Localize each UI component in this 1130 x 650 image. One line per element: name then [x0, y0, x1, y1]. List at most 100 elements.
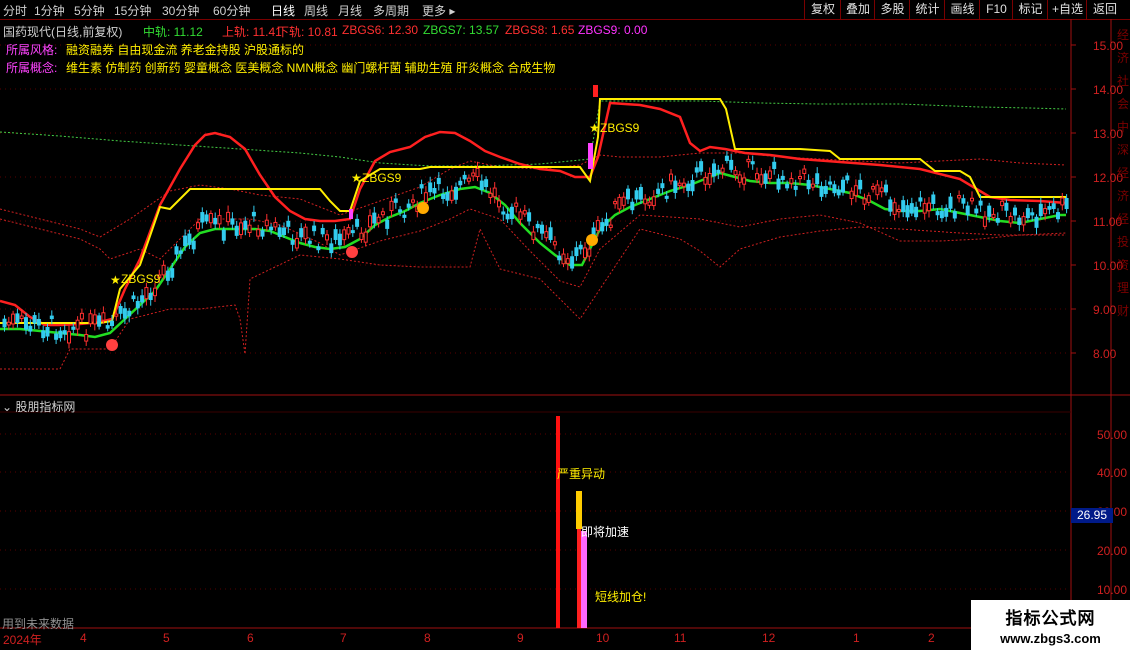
- candle-body: [656, 188, 661, 194]
- candle-body: [342, 229, 347, 241]
- multi-stock-button[interactable]: 多股: [874, 0, 910, 19]
- candle-body: [260, 230, 265, 237]
- f10-button[interactable]: F10: [979, 0, 1013, 19]
- period-tab-weekly[interactable]: 周线: [304, 2, 328, 19]
- candle-body: [230, 218, 235, 225]
- candle-body: [243, 220, 248, 230]
- period-tab-monthly[interactable]: 月线: [338, 2, 362, 19]
- signal-buy-icons: [106, 202, 598, 351]
- candle-body: [36, 318, 41, 326]
- candle-body: [884, 184, 888, 193]
- statistics-button[interactable]: 统计: [909, 0, 945, 19]
- candle-body: [488, 193, 493, 198]
- time-axis-label: 1: [853, 631, 860, 645]
- candle-body: [41, 330, 46, 339]
- candle-body: [647, 201, 652, 206]
- candle-body: [746, 158, 751, 163]
- candle-body: [716, 169, 721, 174]
- candle-body: [1043, 208, 1048, 215]
- candle-body: [423, 192, 428, 203]
- candle-body: [501, 211, 506, 215]
- overlay-button[interactable]: 叠加: [840, 0, 875, 19]
- draw-line-button[interactable]: 画线: [944, 0, 980, 19]
- candle-body: [914, 206, 919, 218]
- period-tab-more[interactable]: 更多 ▸: [422, 2, 455, 19]
- candle-body: [871, 186, 876, 190]
- period-tab-5min[interactable]: 5分钟: [74, 2, 105, 19]
- candle-body: [45, 326, 50, 337]
- candle-body: [509, 206, 514, 220]
- candle-body: [1030, 212, 1035, 216]
- kline-chart-canvas[interactable]: ★ ★ ★: [0, 19, 1130, 650]
- candle-body: [1038, 203, 1043, 217]
- candle-body: [71, 326, 76, 330]
- adjust-button[interactable]: 复权: [804, 0, 841, 19]
- candle-body: [694, 167, 699, 173]
- candle-body: [522, 210, 527, 215]
- candle-body: [699, 161, 704, 172]
- candle-body: [140, 295, 145, 303]
- time-axis-label: 2024年: [3, 633, 42, 647]
- candle-body: [626, 188, 630, 200]
- candle-body: [965, 205, 970, 216]
- candle-body: [1056, 212, 1060, 220]
- price-axis-label: 9.00: [1093, 303, 1117, 317]
- star-icon: ★: [110, 273, 121, 287]
- candle-body: [750, 161, 755, 165]
- candle-body: [484, 179, 489, 188]
- candle-body: [664, 195, 669, 199]
- candle-body: [755, 173, 759, 180]
- candle-body: [1060, 197, 1065, 206]
- zbgs9-marker-label: ZBGS9: [362, 171, 402, 185]
- collapse-icon[interactable]: ⌄: [2, 400, 12, 414]
- candle-body: [677, 182, 682, 186]
- candle-body: [380, 211, 385, 216]
- candle-body: [793, 185, 798, 190]
- time-axis-label: 5: [163, 631, 170, 645]
- candle-body: [742, 177, 747, 185]
- candle-body: [217, 215, 222, 225]
- candle-body: [368, 215, 372, 228]
- candle-body: [1021, 216, 1026, 226]
- candle-body: [763, 173, 768, 184]
- candle-body: [165, 270, 170, 281]
- candle-body: [492, 187, 497, 198]
- candle-body: [828, 181, 833, 185]
- candle-body: [454, 186, 458, 200]
- period-tab-30min[interactable]: 30分钟: [162, 2, 199, 19]
- candle-body: [514, 202, 519, 207]
- candle-body: [88, 313, 93, 325]
- period-tab-timeshare[interactable]: 分时: [3, 2, 27, 19]
- zbgs9-marker-label: ZBGS9: [121, 272, 161, 286]
- current-value-badge: 26.95: [1071, 508, 1113, 523]
- period-tab-60min[interactable]: 60分钟: [213, 2, 250, 19]
- indicator-lower: 下轨: 10.81: [277, 25, 338, 39]
- candle-body: [527, 212, 532, 222]
- candle-body: [995, 217, 1000, 223]
- candle-body: [918, 197, 923, 202]
- candle-body: [346, 227, 351, 235]
- period-tab-daily[interactable]: 日线: [271, 2, 295, 19]
- candle-body: [127, 310, 132, 317]
- candle-body: [170, 268, 175, 278]
- sub-panel-title[interactable]: ⌄ 股朋指标网: [2, 398, 75, 415]
- period-tab-15min[interactable]: 15分钟: [114, 2, 151, 19]
- candle-body: [183, 235, 188, 247]
- candle-body: [690, 180, 695, 192]
- period-tab-multi[interactable]: 多周期: [373, 2, 409, 19]
- add-watchlist-button[interactable]: +自选: [1047, 0, 1087, 19]
- period-tab-1min[interactable]: 1分钟: [34, 2, 65, 19]
- candle-body: [144, 287, 149, 300]
- candle-body: [557, 255, 562, 261]
- time-axis-label: 10: [596, 631, 610, 645]
- candle-body: [866, 195, 871, 203]
- back-button[interactable]: 返回: [1086, 0, 1123, 19]
- candle-body: [905, 205, 910, 218]
- candle-body: [84, 334, 89, 342]
- candle-body: [269, 226, 274, 231]
- candle-body: [449, 190, 454, 201]
- candle-body: [931, 194, 936, 204]
- mark-button[interactable]: 标记: [1012, 0, 1048, 19]
- candle-body: [406, 203, 411, 208]
- star-icon: ★: [351, 171, 362, 185]
